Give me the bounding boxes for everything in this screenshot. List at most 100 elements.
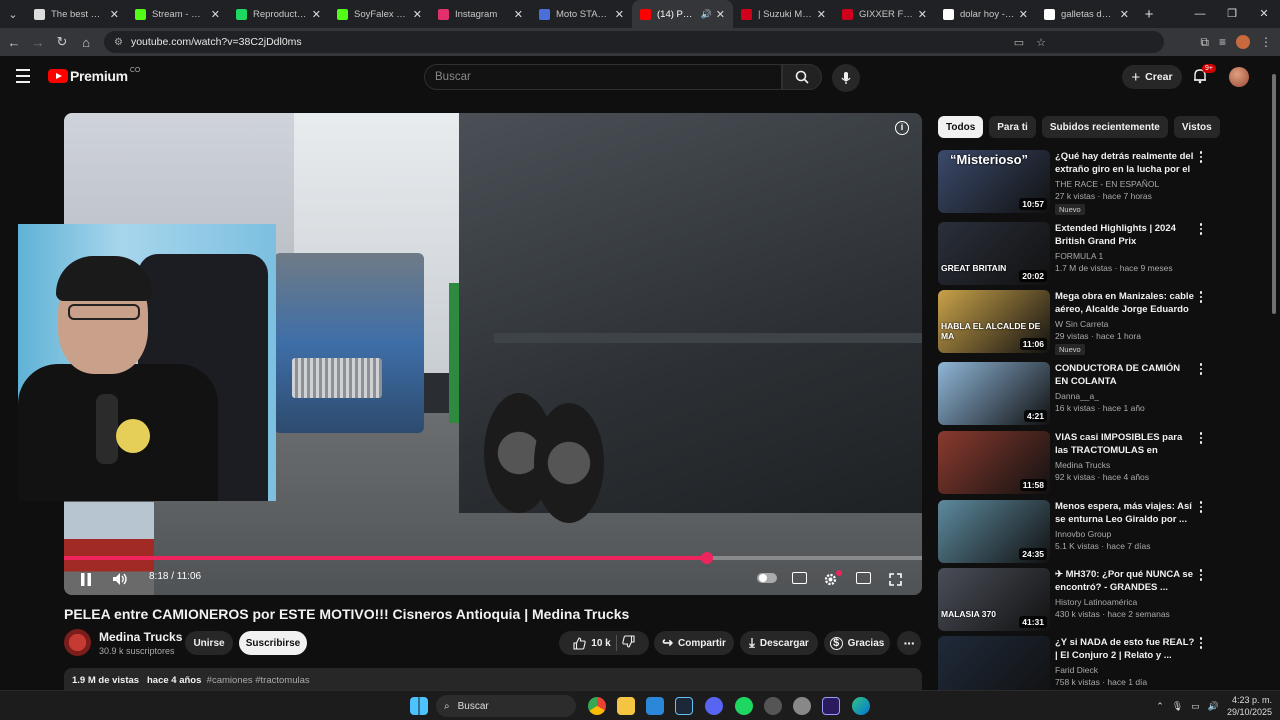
back-icon[interactable]: ← [2, 35, 26, 50]
media-control-icon[interactable]: ≡ [1219, 35, 1226, 49]
hashtags[interactable]: #camiones #tractomulas [207, 675, 310, 686]
progress-scrubber-handle[interactable] [700, 552, 713, 564]
join-button[interactable]: Unirse [185, 631, 233, 655]
spotify-icon[interactable] [735, 697, 753, 715]
discord-icon[interactable] [705, 697, 723, 715]
recommended-video[interactable]: HABLA EL ALCALDE DE MA 11:06 Mega obra en … [938, 290, 1212, 355]
recommended-video-title[interactable]: VIAS casi IMPOSIBLES para las TRACTOMULA… [1055, 431, 1195, 458]
recommended-channel[interactable]: FORMULA 1 [1055, 251, 1103, 261]
close-tab-icon[interactable]: ✕ [1120, 8, 1129, 21]
more-vertical-icon[interactable] [1197, 222, 1205, 236]
speaker-icon[interactable]: 🔊 [1208, 701, 1219, 712]
close-tab-icon[interactable]: ✕ [1019, 8, 1028, 21]
create-button[interactable]: + Crear [1122, 65, 1182, 89]
url-bar[interactable]: ⚙ youtube.com/watch?v=38C2jDdl0ms ▭ ☆ [104, 31, 1164, 53]
recommended-video[interactable]: 24:35 Menos espera, más viajes: Así se en… [938, 500, 1212, 564]
network-icon[interactable]: ▭ [1191, 701, 1200, 712]
recommended-channel[interactable]: Farid Dieck [1055, 665, 1098, 675]
thanks-button[interactable]: $ Gracias [824, 631, 890, 655]
video-thumbnail[interactable]: MALASIA 370 41:31 [938, 568, 1050, 631]
page-scrollbar[interactable] [1270, 60, 1278, 690]
browser-tab[interactable]: (14) PELEA🔊 ✕ [632, 0, 733, 28]
video-thumbnail[interactable]: HABLA EL ALCALDE DE MA 11:06 [938, 290, 1050, 353]
filter-chip[interactable]: Todos [938, 116, 984, 138]
recommended-video[interactable]: GREAT BRITAIN 20:02 Extended Highlights | … [938, 222, 1212, 286]
voice-search-button[interactable] [832, 64, 860, 92]
reload-icon[interactable]: ↻ [50, 34, 74, 50]
browser-tab[interactable]: GIXXER FI 150 ✕ [834, 0, 935, 28]
recommended-channel[interactable]: W Sin Carreta [1055, 319, 1108, 329]
notifications-button[interactable]: 9+ [1192, 64, 1216, 89]
close-tab-icon[interactable]: ✕ [312, 8, 321, 21]
channel-avatar[interactable] [64, 629, 91, 656]
recommended-video[interactable]: “Misterioso” 10:57 ¿Qué hay detrás realmen… [938, 150, 1212, 215]
video-thumbnail[interactable]: 11:58 [938, 431, 1050, 494]
close-tab-icon[interactable]: ✕ [817, 8, 826, 21]
new-tab-button[interactable]: + [1137, 6, 1161, 23]
theater-mode-icon[interactable] [856, 572, 871, 584]
close-tab-icon[interactable]: ✕ [716, 8, 725, 21]
recommended-video-title[interactable]: CONDUCTORA DE CAMIÓN EN COLANTA [1055, 362, 1195, 388]
close-tab-icon[interactable]: ✕ [211, 8, 220, 21]
close-window-icon[interactable]: ✕ [1248, 0, 1280, 28]
more-vertical-icon[interactable] [1197, 500, 1205, 514]
subtitles-icon[interactable] [792, 572, 807, 584]
profile-avatar[interactable] [1236, 35, 1250, 49]
filter-chip[interactable]: Subidos recientemente [1041, 116, 1168, 138]
extensions-icon[interactable]: ⧉ [1200, 35, 1209, 50]
taskbar-search[interactable]: ⌕ Buscar [436, 695, 576, 717]
recommended-video-title[interactable]: Extended Highlights | 2024 British Grand… [1055, 222, 1195, 248]
close-tab-icon[interactable]: ✕ [918, 8, 927, 21]
video-thumbnail[interactable]: GREAT BRITAIN 20:02 [938, 222, 1050, 285]
video-thumbnail[interactable]: 24:35 [938, 500, 1050, 563]
more-vertical-icon[interactable] [1197, 362, 1205, 376]
more-vertical-icon[interactable] [1197, 431, 1205, 445]
like-button[interactable]: 10 k [573, 636, 611, 650]
more-vertical-icon[interactable] [1197, 290, 1205, 304]
file-explorer-icon[interactable] [617, 697, 635, 715]
more-actions-button[interactable]: ··· [897, 631, 921, 655]
close-tab-icon[interactable]: ✕ [413, 8, 422, 21]
close-tab-icon[interactable]: ✕ [110, 8, 119, 21]
channel-name[interactable]: Medina Trucks [99, 630, 182, 644]
chrome-icon[interactable] [588, 697, 606, 715]
browser-tab[interactable]: Reproductor w ✕ [228, 0, 329, 28]
browser-menu-icon[interactable]: ⋮ [1260, 35, 1272, 49]
site-info-icon[interactable]: ⚙ [114, 37, 123, 48]
dislike-button[interactable] [622, 635, 635, 651]
subscribe-button[interactable]: Suscribirse [239, 631, 307, 655]
browser-tab[interactable]: | Suzuki Motor ✕ [733, 0, 834, 28]
filter-chip[interactable]: Vistos [1173, 116, 1220, 138]
more-vertical-icon[interactable] [1197, 636, 1205, 650]
info-icon[interactable]: i [895, 121, 909, 135]
search-input[interactable]: Buscar [424, 64, 782, 90]
filter-chip[interactable]: Para ti [989, 116, 1036, 138]
video-thumbnail[interactable]: “Misterioso” 10:57 [938, 150, 1050, 213]
settings-icon[interactable] [793, 697, 811, 715]
premiere-icon[interactable] [822, 697, 840, 715]
steam-icon[interactable] [675, 697, 693, 715]
clock[interactable]: 4:23 p. m. 29/10/2025 [1227, 694, 1272, 718]
edge-icon[interactable] [852, 697, 870, 715]
browser-tab[interactable]: SoyFalex Strea ✕ [329, 0, 430, 28]
recommended-channel[interactable]: Innovbo Group [1055, 529, 1111, 539]
download-button[interactable]: ⤓ Descargar [740, 631, 818, 655]
more-vertical-icon[interactable] [1197, 568, 1205, 582]
recommended-channel[interactable]: Medina Trucks [1055, 460, 1110, 470]
close-tab-icon[interactable]: ✕ [615, 8, 624, 21]
install-app-icon[interactable]: ▭ [1014, 36, 1024, 49]
recommended-video-title[interactable]: Menos espera, más viajes: Así se enturna… [1055, 500, 1195, 526]
restore-icon[interactable]: ❐ [1216, 0, 1248, 28]
minimize-icon[interactable]: — [1184, 0, 1216, 28]
account-avatar[interactable] [1229, 67, 1249, 87]
recommended-video-title[interactable]: ¿Y si NADA de esto fue REAL? | El Conjur… [1055, 636, 1195, 662]
pause-button[interactable] [80, 572, 92, 586]
windows-start-icon[interactable] [410, 697, 428, 715]
recommended-video[interactable]: 11:58 VIAS casi IMPOSIBLES para las TRACT… [938, 431, 1212, 495]
fullscreen-button[interactable] [889, 572, 902, 586]
store-icon[interactable] [646, 697, 664, 715]
recommended-channel[interactable]: THE RACE - EN ESPAÑOL [1055, 179, 1159, 189]
recommended-video-title[interactable]: ✈ MH370: ¿Por qué NUNCA se encontró? - G… [1055, 568, 1195, 594]
bookmark-star-icon[interactable]: ☆ [1036, 36, 1046, 49]
volume-button[interactable] [112, 572, 128, 586]
